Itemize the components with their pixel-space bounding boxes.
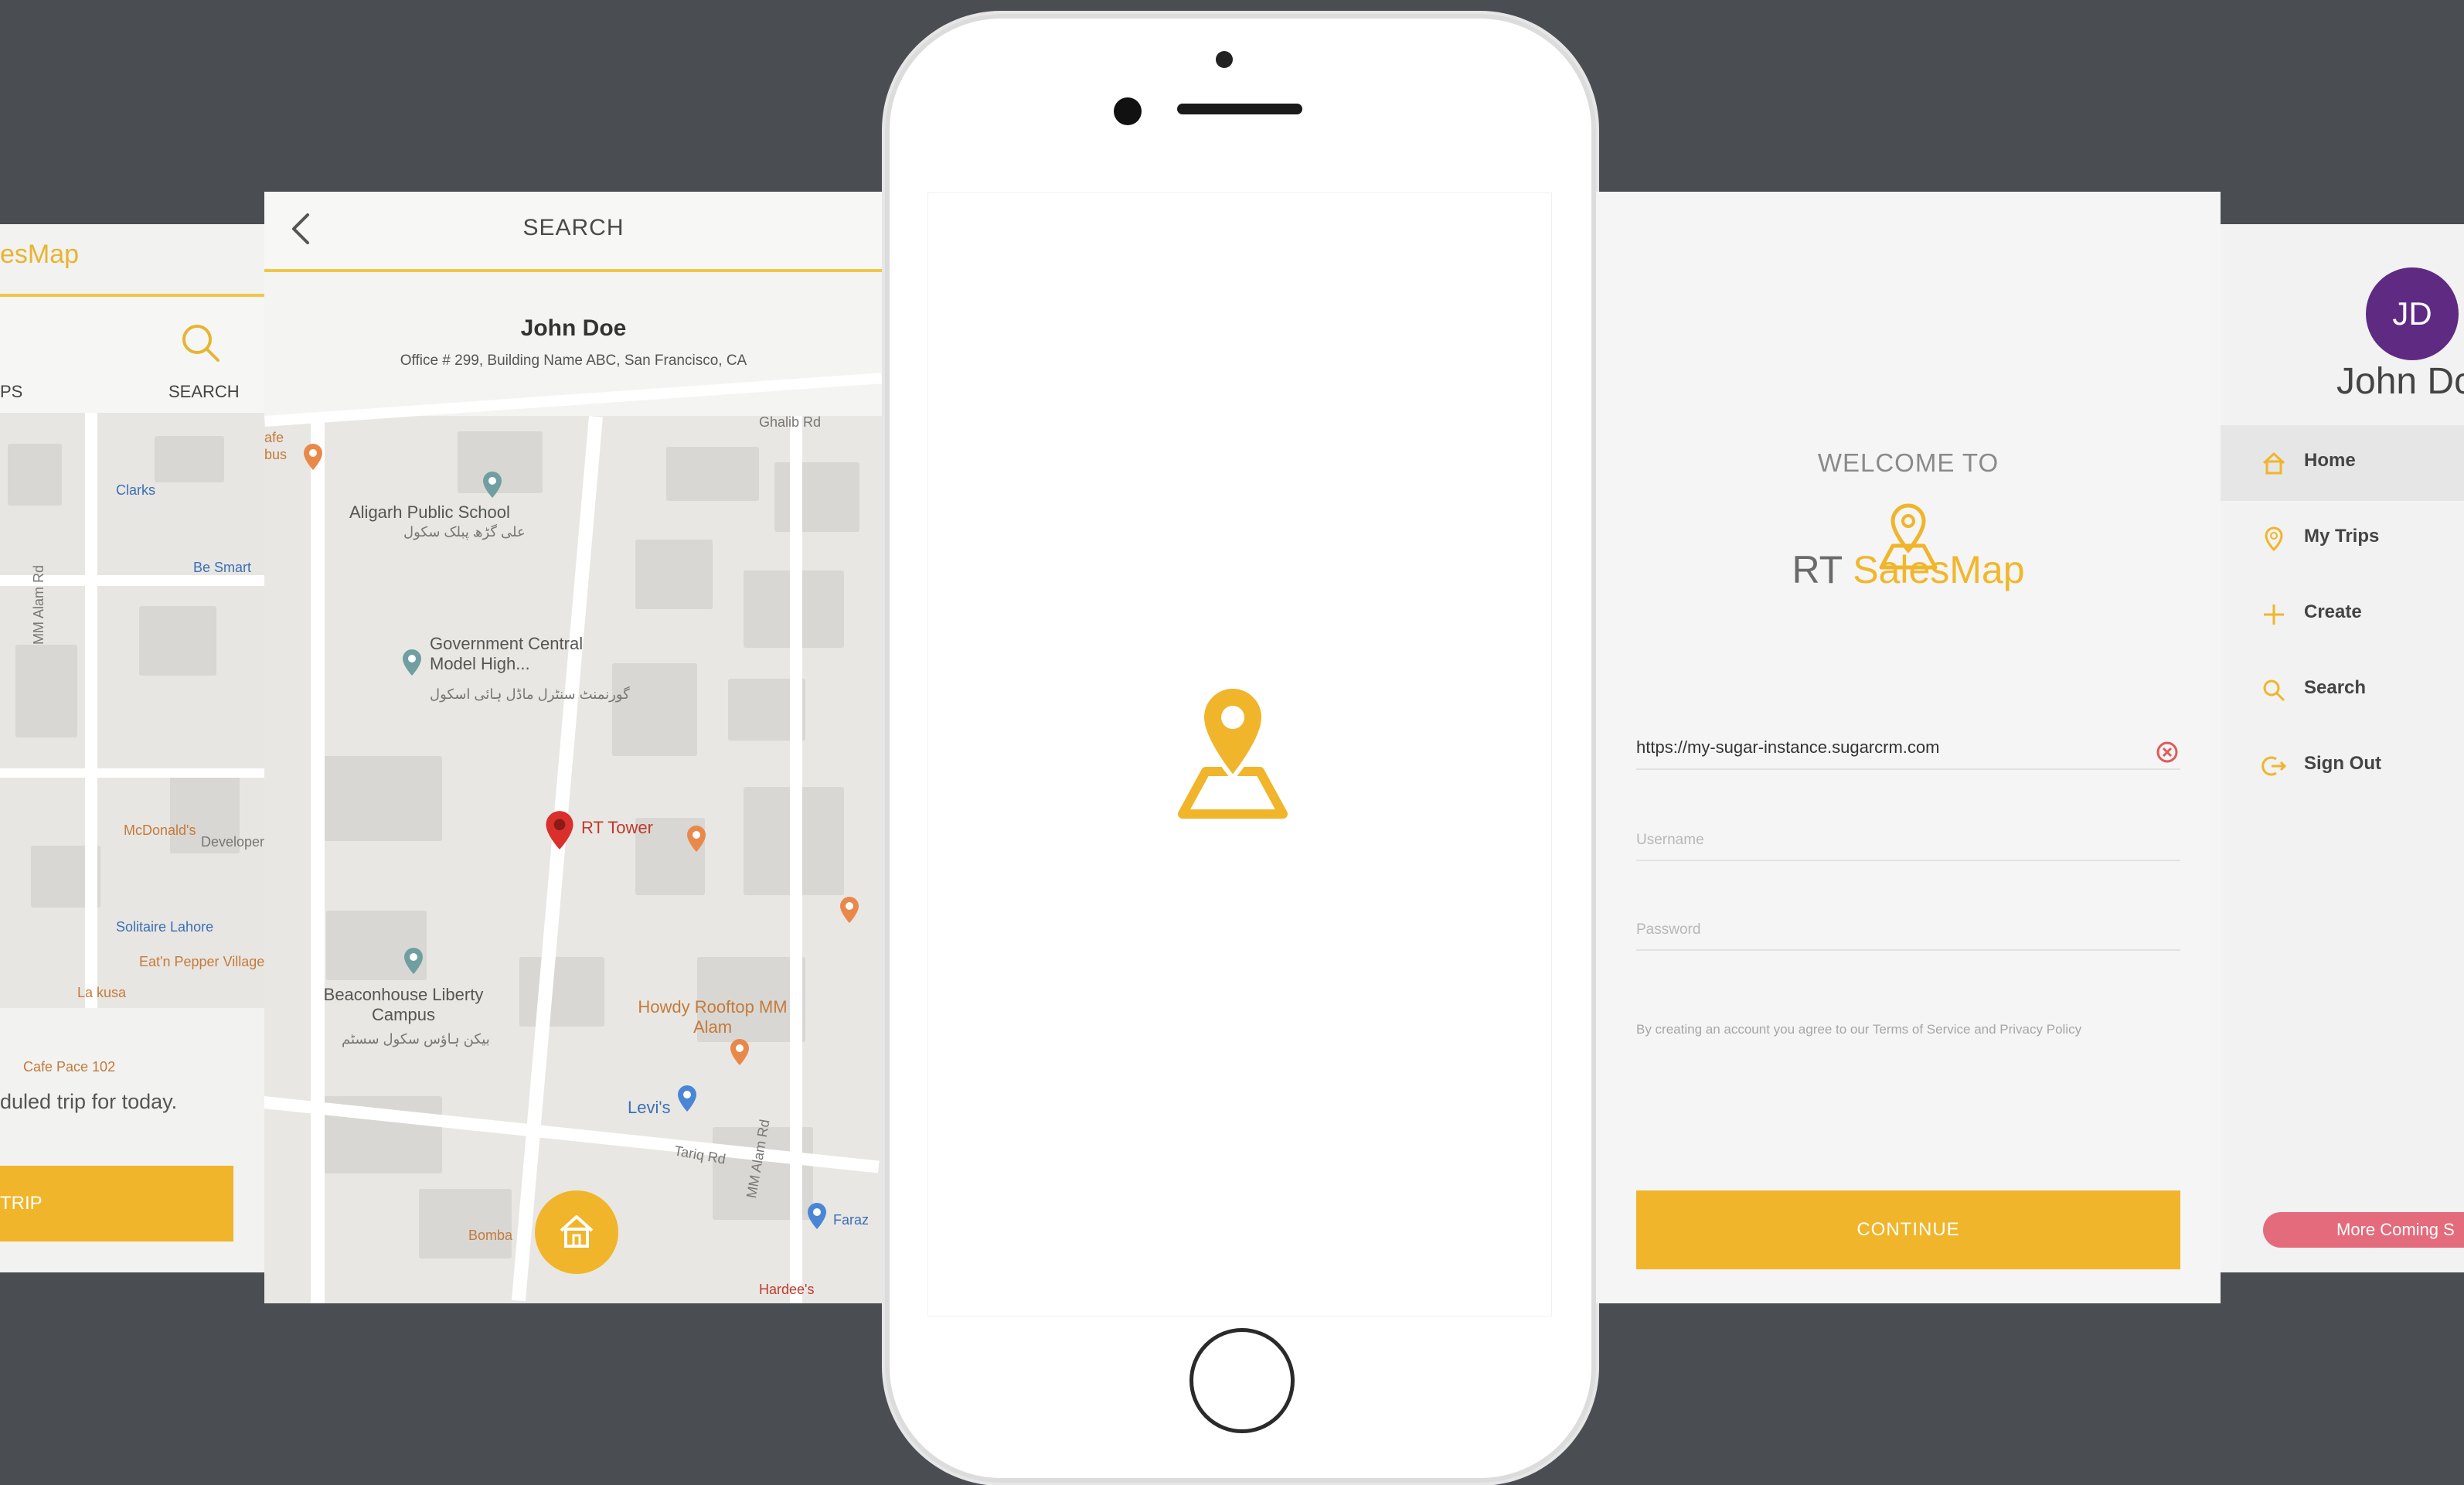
map-label: La kusa [77, 985, 127, 1000]
shop-pin-icon[interactable] [676, 1084, 699, 1113]
map-view[interactable]: Clarks Be Smart McDonald's Developer Sol… [0, 413, 267, 1008]
brand-prefix: RT [1792, 548, 1853, 591]
map-label: Howdy Rooftop MM Alam [638, 997, 788, 1037]
menu-item-home[interactable]: Home [2221, 425, 2464, 501]
login-screen: WELCOME TO RT SalesMap By creating an ac… [1596, 192, 2221, 1303]
menu-item-search[interactable]: Search [2221, 652, 2464, 728]
map-label: Ghalib Rd [759, 414, 822, 430]
map-label: Faraz [833, 1212, 870, 1228]
map-label: Clarks [116, 482, 156, 498]
password-field [1636, 918, 2180, 951]
map-label: Government Central Model High... [430, 634, 584, 673]
map-label: Eat'n Pepper Village Lahore [139, 954, 267, 969]
map-label: گورنمنٹ سنٹرل ماڈل ہائی اسکول [430, 686, 630, 702]
nav-strip: PS SEARCH [0, 297, 267, 413]
proximity-sensor [1114, 97, 1142, 125]
map-label: Beaconhouse Liberty Campus [323, 985, 484, 1024]
nav-item-trips[interactable]: PS [0, 382, 22, 402]
restaurant-pin-icon[interactable] [838, 895, 861, 925]
user-name: John Dc [2336, 361, 2464, 402]
phone-mockup [885, 14, 1596, 1483]
phone-home-button[interactable] [1189, 1328, 1295, 1433]
brand-logo-text: RT SalesMap [1596, 547, 2221, 592]
restaurant-pin-icon[interactable] [685, 824, 708, 853]
map-label: Hardee's [759, 1282, 815, 1297]
school-pin-icon[interactable] [481, 470, 504, 499]
earpiece-speaker [1177, 104, 1302, 114]
username-field [1636, 829, 2180, 861]
password-input[interactable] [1636, 918, 2146, 938]
avatar[interactable]: JD [2366, 267, 2459, 360]
map-label: Cafe Pace 102 [23, 1059, 116, 1075]
map-label: Levi's [628, 1098, 671, 1117]
map-label: RT Tower [581, 818, 653, 837]
more-coming-soon-badge: More Coming S [2263, 1212, 2464, 1248]
menu-item-label: Sign Out [2304, 753, 2381, 774]
menu-item-sign-out[interactable]: Sign Out [2221, 728, 2464, 804]
home-icon [560, 1215, 594, 1248]
map-label: McDonald's [124, 823, 196, 838]
restaurant-pin-icon[interactable] [728, 1037, 751, 1067]
map-label: MM Alam Rd [31, 564, 46, 645]
map-label: Solitaire Lahore [116, 919, 214, 935]
map-label: afe [264, 430, 284, 445]
clear-icon[interactable] [2154, 739, 2180, 765]
username-input[interactable] [1636, 829, 2146, 849]
contact-name: John Doe [520, 315, 627, 341]
no-trip-message: duled trip for today. [0, 1090, 178, 1113]
map-view[interactable]: Ghalib Rd afe bus Aligarh Public School … [264, 373, 883, 1303]
brand-accent: SalesMap [1853, 548, 2025, 591]
home-screen: esMap PS SEARCH Clarks Be Smart McDonald… [0, 224, 267, 1272]
map-pin-icon [1178, 683, 1288, 819]
contact-address: Office # 299, Building Name ABC, San Fra… [400, 353, 747, 369]
menu-item-label: Home [2304, 450, 2356, 471]
instance-url-field [1636, 737, 2180, 770]
search-icon [2263, 679, 2285, 702]
map-label: بیکن ہاؤس سکول سسٹم [342, 1031, 490, 1047]
menu-item-label: Create [2304, 601, 2362, 622]
continue-button[interactable]: CONTINUE [1636, 1190, 2180, 1269]
search-screen: SEARCH John Doe Office # 299, Building N… [264, 192, 883, 1303]
instance-url-input[interactable] [1636, 737, 2146, 758]
side-menu-screen: JD John Dc Home My Trips Create Search S… [2221, 224, 2464, 1272]
plus-icon [2264, 605, 2284, 625]
map-label: Aligarh Public School [349, 502, 510, 522]
sign-out-icon [2262, 756, 2287, 776]
restaurant-pin-icon[interactable] [301, 442, 325, 472]
front-camera [1216, 51, 1233, 68]
terms-text: By creating an account you agree to our … [1636, 1022, 2082, 1037]
map-label: Bomba [468, 1228, 513, 1243]
menu-item-my-trips[interactable]: My Trips [2221, 501, 2464, 577]
shop-pin-icon[interactable] [805, 1201, 829, 1231]
search-icon[interactable] [178, 320, 224, 366]
divider [264, 269, 883, 272]
map-label: Be Smart [193, 560, 252, 575]
map-label: علی گڑھ پبلک سکول [403, 524, 526, 540]
home-fab-button[interactable] [535, 1190, 618, 1274]
app-title: esMap [0, 240, 80, 269]
menu-item-label: My Trips [2304, 526, 2380, 547]
school-pin-icon[interactable] [400, 648, 424, 677]
trip-button[interactable]: TRIP [0, 1166, 233, 1241]
page-title: SEARCH [522, 215, 625, 240]
pin-icon [2265, 526, 2283, 552]
welcome-heading: WELCOME TO [1817, 448, 1999, 477]
map-label: bus [264, 447, 288, 462]
map-label: Developer [201, 834, 265, 850]
rt-tower-pin-icon[interactable] [543, 809, 577, 852]
school-pin-icon[interactable] [402, 946, 425, 976]
nav-item-search[interactable]: SEARCH [168, 382, 240, 402]
menu-item-create[interactable]: Create [2221, 577, 2464, 652]
home-icon [2262, 451, 2285, 475]
menu-item-label: Search [2304, 677, 2367, 698]
